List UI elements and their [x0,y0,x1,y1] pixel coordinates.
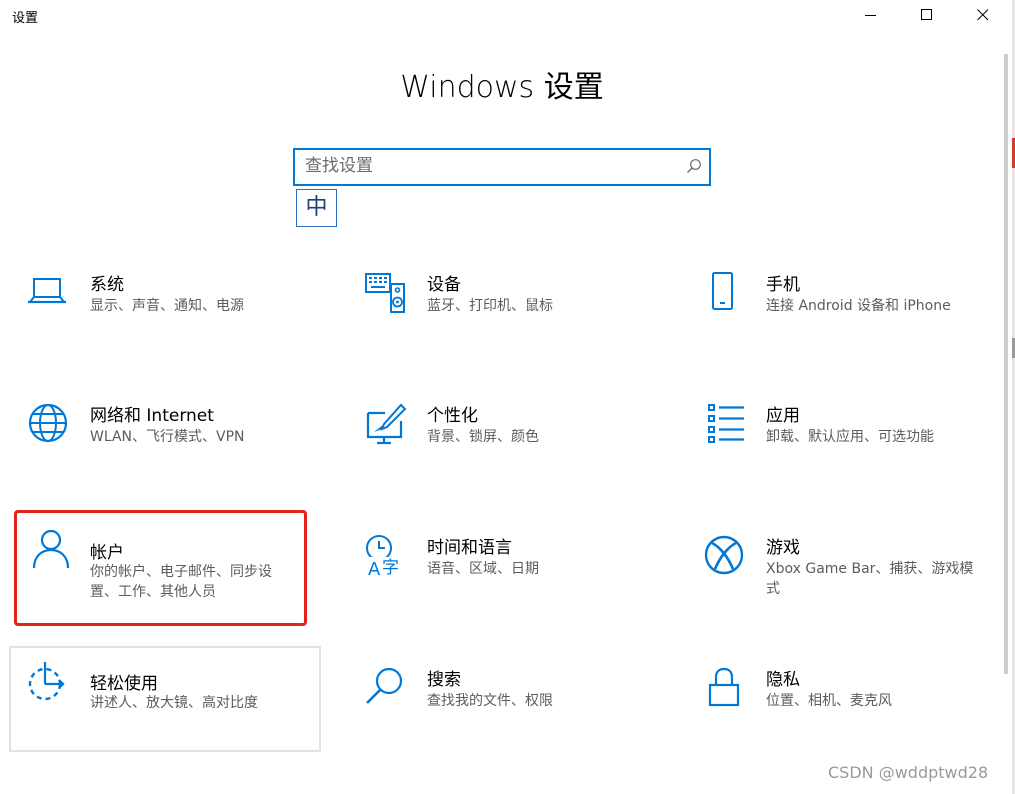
xbox-icon [704,535,744,575]
tile-title: 帐户 [90,543,124,563]
tile-time-language[interactable]: A 字 时间和语言 语音、区域、日期 [347,519,657,623]
search-input[interactable] [305,154,665,178]
tile-devices[interactable]: 设备 蓝牙、打印机、鼠标 [347,256,657,360]
search-icon[interactable] [686,158,702,174]
laptop-icon [28,278,66,304]
tile-title: 系统 [90,275,124,295]
tile-description: 显示、声音、通知、电源 [90,298,244,314]
tile-network[interactable]: 网络和 Internet WLAN、飞行模式、VPN [10,387,320,491]
tile-title: 搜索 [427,670,461,690]
minimize-icon [865,15,876,16]
phone-icon [712,272,733,310]
svg-text:A: A [368,559,381,577]
svg-text:字: 字 [382,558,399,577]
search-box[interactable] [293,148,711,186]
lock-icon [708,667,740,707]
tile-title: 时间和语言 [427,538,512,558]
page-title: Windows 设置 [400,70,604,105]
user-icon [32,529,70,569]
time-language-icon: A 字 [366,535,399,577]
globe-icon [28,403,68,443]
devices-icon [365,273,405,313]
close-icon [977,9,989,21]
maximize-button[interactable] [904,0,950,30]
close-button[interactable] [960,0,1006,30]
tile-title: 设备 [427,275,461,295]
tile-description: 讲述人、放大镜、高对比度 [90,695,258,711]
tile-description: 位置、相机、麦克风 [766,693,892,709]
tile-gaming[interactable]: 游戏 Xbox Game Bar、捕获、游戏模式 [686,519,996,623]
tile-title: 个性化 [427,406,478,426]
title-bar: 设置 [0,0,1015,32]
maximize-icon [921,9,932,20]
ime-indicator[interactable]: 中 [296,189,337,227]
tile-title: 应用 [766,406,800,426]
window-title: 设置 [12,11,39,26]
tile-title: 隐私 [766,670,800,690]
tile-title: 游戏 [766,538,800,558]
tile-title: 轻松使用 [90,674,158,694]
tile-description: Xbox Game Bar、捕获、游戏模式 [766,561,974,597]
tile-personalization[interactable]: 个性化 背景、锁屏、颜色 [347,387,657,491]
tile-description: WLAN、飞行模式、VPN [90,429,245,445]
scrollbar[interactable] [1004,54,1008,674]
tile-description: 连接 Android 设备和 iPhone [766,298,951,314]
tile-description: 语音、区域、日期 [427,561,539,577]
tile-title: 网络和 Internet [90,406,214,426]
tile-phone[interactable]: 手机 连接 Android 设备和 iPhone [686,256,996,360]
tile-apps[interactable]: 应用 卸载、默认应用、可选功能 [686,387,996,491]
personalization-icon [366,403,407,445]
tile-description: 蓝牙、打印机、鼠标 [427,298,553,314]
tile-title: 手机 [766,275,800,295]
tile-ease-of-access[interactable]: 轻松使用 讲述人、放大镜、高对比度 [9,646,321,752]
watermark: CSDN @wddptwd28 [828,763,989,782]
tile-description: 背景、锁屏、颜色 [427,429,539,445]
settings-window: 设置 Windows 设置 中 [0,0,1015,794]
tile-description: 卸载、默认应用、可选功能 [766,429,934,445]
tile-search[interactable]: 搜索 查找我的文件、权限 [347,651,657,755]
tile-description: 查找我的文件、权限 [427,693,553,709]
search-tile-icon [366,667,403,704]
tile-privacy[interactable]: 隐私 位置、相机、麦克风 [686,651,996,755]
tile-system[interactable]: 系统 显示、声音、通知、电源 [10,256,320,360]
apps-list-icon [708,404,744,443]
tile-accounts[interactable]: 帐户 你的帐户、电子邮件、同步设置、工作、其他人员 [14,510,307,626]
ease-of-access-icon [28,662,65,701]
minimize-button[interactable] [848,0,894,30]
tile-description: 你的帐户、电子邮件、同步设置、工作、其他人员 [90,564,272,600]
